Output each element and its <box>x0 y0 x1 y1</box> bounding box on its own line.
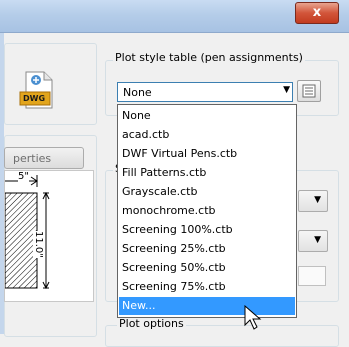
dropdown-option[interactable]: Grayscale.ctb <box>119 183 295 201</box>
dpi-input[interactable] <box>298 266 326 286</box>
dwg-file-icon: DWG <box>18 70 58 110</box>
plot-style-table-label: Plot style table (pen assignments) <box>113 51 305 64</box>
quality-combobox[interactable]: ▼ <box>298 230 328 252</box>
plot-style-dropdown-list[interactable]: None acad.ctb DWF Virtual Pens.ctb Fill … <box>117 104 297 318</box>
dropdown-option[interactable]: acad.ctb <box>119 126 295 144</box>
properties-button[interactable]: perties <box>4 147 84 169</box>
dropdown-option[interactable]: None <box>119 107 295 125</box>
plot-style-selected-value: None <box>123 86 152 99</box>
chevron-down-icon: ▼ <box>314 235 321 245</box>
close-button[interactable]: x <box>295 2 339 24</box>
dropdown-option[interactable]: monochrome.ctb <box>119 202 295 220</box>
dropdown-option-new[interactable]: New... <box>119 297 295 315</box>
dropdown-option[interactable]: Screening 100%.ctb <box>119 221 295 239</box>
dropdown-option[interactable]: Screening 75%.ctb <box>119 278 295 296</box>
edit-plot-style-button[interactable] <box>297 80 321 102</box>
width-dimension-label: 5" <box>18 171 29 182</box>
dwg-label: DWG <box>23 94 46 103</box>
chevron-down-icon: ▼ <box>314 195 321 205</box>
properties-button-label: perties <box>13 152 52 165</box>
plot-options-label: Plot options <box>117 317 186 330</box>
height-dimension-label: 11.0" <box>33 231 44 258</box>
plot-preview: 5" 11.0" <box>4 170 94 302</box>
dropdown-option[interactable]: DWF Virtual Pens.ctb <box>119 145 295 163</box>
plot-style-combobox[interactable]: None ▼ <box>117 82 293 102</box>
mouse-pointer-icon <box>244 304 264 333</box>
dropdown-option[interactable]: Fill Patterns.ctb <box>119 164 295 182</box>
chevron-down-icon: ▼ <box>283 85 290 95</box>
dropdown-option[interactable]: Screening 50%.ctb <box>119 259 295 277</box>
dropdown-option[interactable]: Screening 25%.ctb <box>119 240 295 258</box>
edit-icon <box>302 84 316 98</box>
shade-plot-combobox[interactable]: ▼ <box>298 190 328 212</box>
